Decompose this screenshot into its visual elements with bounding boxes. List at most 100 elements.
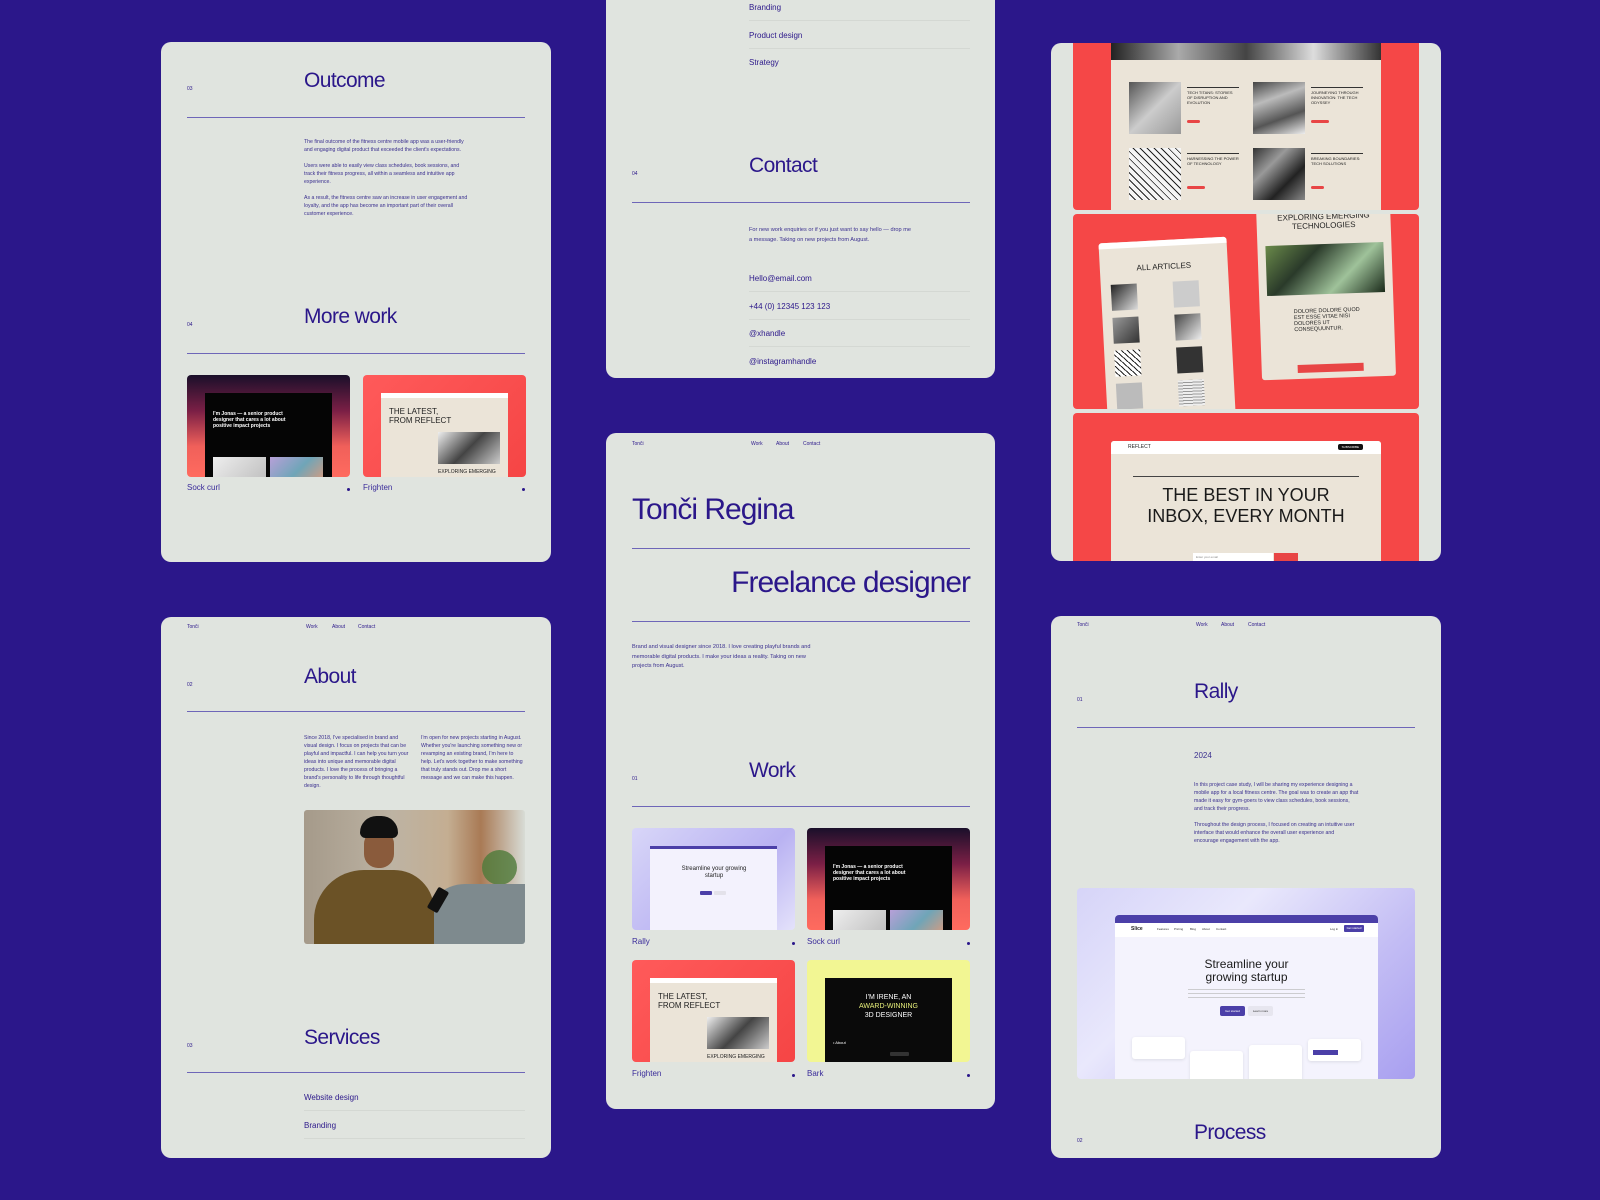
bullet-dot — [967, 1074, 970, 1077]
preview-nav-item: Blog — [1190, 927, 1197, 931]
article-image — [1129, 148, 1181, 200]
preview-nav-item: Contact — [1216, 927, 1227, 931]
article-image — [1253, 148, 1305, 200]
article-thumb — [1115, 382, 1144, 409]
project-label[interactable]: Frighten — [632, 1069, 661, 1078]
preview-line: I'M IRENE, AN — [865, 994, 912, 1001]
preview-sub: EXPLORING EMERGING — [707, 1054, 765, 1060]
preview-image — [707, 1017, 769, 1049]
section-title-process: Process — [1194, 1121, 1266, 1144]
rally-card: Tonči Work About Contact 01 Rally 2024 I… — [1051, 616, 1441, 1158]
divider — [187, 353, 525, 354]
divider — [632, 806, 970, 807]
divider — [632, 621, 970, 622]
project-thumb-sock-curl[interactable]: I'm Jonas — a senior product designer th… — [187, 375, 350, 477]
newsletter-hero: THE BEST IN YOUR INBOX, EVERY MONTH — [1147, 485, 1345, 526]
project-thumb-frighten[interactable]: THE LATEST, FROM REFLECT EXPLORING EMERG… — [632, 960, 795, 1062]
nav-about[interactable]: About — [776, 441, 789, 447]
section-title-work: Work — [749, 759, 796, 782]
preview-banner — [1115, 915, 1378, 923]
hero-name: Tonči Regina — [632, 493, 794, 526]
preview-cta: Get started — [1344, 925, 1364, 932]
article-thumb — [1174, 313, 1202, 341]
mockup-nav-bar — [1098, 236, 1227, 250]
preview-button — [714, 891, 726, 895]
preview-title: Streamline your growing startup — [1204, 957, 1289, 984]
preview-screen: THE LATEST, FROM REFLECT EXPLORING EMERG… — [650, 978, 777, 1062]
preview-title: Streamline your growing startup — [681, 866, 747, 879]
service-item: Strategy — [749, 58, 779, 67]
dolore-heading: DOLORE DOLORE QUOD EST ESSE VITAE NISI D… — [1293, 306, 1360, 334]
mockup-panel-overview: ALL ARTICLES EXPLORING EMERGING TECHNOLO… — [1073, 214, 1419, 409]
brand-logo[interactable]: Tonči — [1077, 622, 1089, 628]
contact-intro: For new work enquiries or if you just wa… — [749, 227, 911, 243]
preview-line: 3D DESIGNER — [864, 1012, 913, 1019]
service-item: Branding — [304, 1121, 525, 1139]
article-hero-image — [1265, 241, 1386, 297]
section-title-about: About — [304, 665, 356, 688]
contact-x-link[interactable]: @xhandle — [749, 329, 970, 347]
preview-image — [890, 910, 943, 930]
nav-contact[interactable]: Contact — [803, 441, 820, 447]
section-title-outcome: Outcome — [304, 69, 386, 92]
article-thumb — [1112, 316, 1140, 344]
nav-contact[interactable]: Contact — [358, 624, 375, 630]
project-label[interactable]: Frighten — [363, 483, 392, 492]
preview-body-lines — [1188, 989, 1305, 1001]
preview-bar-fill — [1313, 1050, 1338, 1055]
mockup-page-newsletter: REFLECT SUBSCRIBE THE BEST IN YOUR INBOX… — [1111, 441, 1381, 561]
preview-screen: I'M IRENE, AN AWARD-WINNING 3D DESIGNER … — [825, 978, 952, 1062]
exploring-title: EXPLORING EMERGING TECHNOLOGIES — [1277, 214, 1370, 232]
article-cta — [1297, 362, 1364, 374]
outcome-paragraph: The final outcome of the fitness centre … — [304, 139, 464, 153]
mockup-panel-articles: TECH TITANS: STORIES OF DISRUPTION AND E… — [1073, 43, 1419, 210]
about-card: Tonči Work About Contact 02 About Since … — [161, 617, 551, 1158]
project-thumb-sock-curl[interactable]: I'm Jonas — a senior product designer th… — [807, 828, 970, 930]
divider — [632, 548, 970, 549]
preview-nav-item: Features — [1157, 927, 1169, 931]
nav-work[interactable]: Work — [751, 441, 763, 447]
article-thumb — [1177, 379, 1206, 407]
hero-role: Freelance designer — [731, 566, 971, 599]
section-number: 04 — [187, 322, 193, 328]
project-label[interactable]: Sock curl — [807, 937, 840, 946]
preview-secondary-button: Learn more — [1248, 1006, 1273, 1016]
project-thumb-rally[interactable]: Streamline your growing startup — [632, 828, 795, 930]
hero-intro: Brand and visual designer since 2018. I … — [632, 644, 811, 669]
nav-about[interactable]: About — [332, 624, 345, 630]
brand-logo[interactable]: Tonči — [187, 624, 199, 630]
project-thumb-frighten[interactable]: THE LATEST, FROM REFLECT EXPLORING EMERG… — [363, 375, 526, 477]
brand-logo[interactable]: Tonči — [632, 441, 644, 447]
rally-preview: Slice Features Pricing Blog About Contac… — [1077, 888, 1415, 1079]
article-tag — [1187, 120, 1200, 123]
article-title: TECH TITANS: STORIES OF DISRUPTION AND E… — [1187, 87, 1239, 105]
preview-nav-bar — [1115, 923, 1378, 937]
nav-work[interactable]: Work — [306, 624, 318, 630]
project-label[interactable]: Rally — [632, 937, 650, 946]
project-label[interactable]: Bark — [807, 1069, 823, 1078]
preview-logo: Slice — [1131, 926, 1143, 932]
nav-work[interactable]: Work — [1196, 622, 1208, 628]
contact-phone-link[interactable]: +44 (0) 12345 123 123 — [749, 302, 970, 320]
preview-title: THE LATEST, FROM REFLECT — [389, 407, 452, 425]
contact-email-link[interactable]: Hello@email.com — [749, 274, 970, 292]
article-thumb — [1110, 283, 1139, 311]
preview-screen: THE LATEST, FROM REFLECT EXPLORING EMERG… — [381, 393, 508, 477]
article-image — [1129, 82, 1181, 134]
preview-widget-avatars — [1132, 1037, 1185, 1059]
section-number: 03 — [187, 86, 193, 92]
preview-sub: EXPLORING EMERGING — [438, 469, 496, 475]
nav-contact[interactable]: Contact — [1248, 622, 1265, 628]
project-thumb-bark[interactable]: I'M IRENE, AN AWARD-WINNING 3D DESIGNER … — [807, 960, 970, 1062]
preview-button — [890, 1052, 909, 1056]
divider — [632, 202, 970, 203]
service-item: Branding — [749, 3, 970, 21]
project-label[interactable]: Sock curl — [187, 483, 220, 492]
mockup-page: TECH TITANS: STORIES OF DISRUPTION AND E… — [1111, 43, 1381, 210]
preview-screen: Streamline your growing startup — [650, 846, 777, 930]
section-number: 01 — [1077, 697, 1083, 703]
nav-about[interactable]: About — [1221, 622, 1234, 628]
section-number: 02 — [1077, 1138, 1083, 1144]
contact-instagram-link[interactable]: @instagramhandle — [749, 357, 970, 366]
mockup-logo: REFLECT — [1128, 444, 1151, 450]
